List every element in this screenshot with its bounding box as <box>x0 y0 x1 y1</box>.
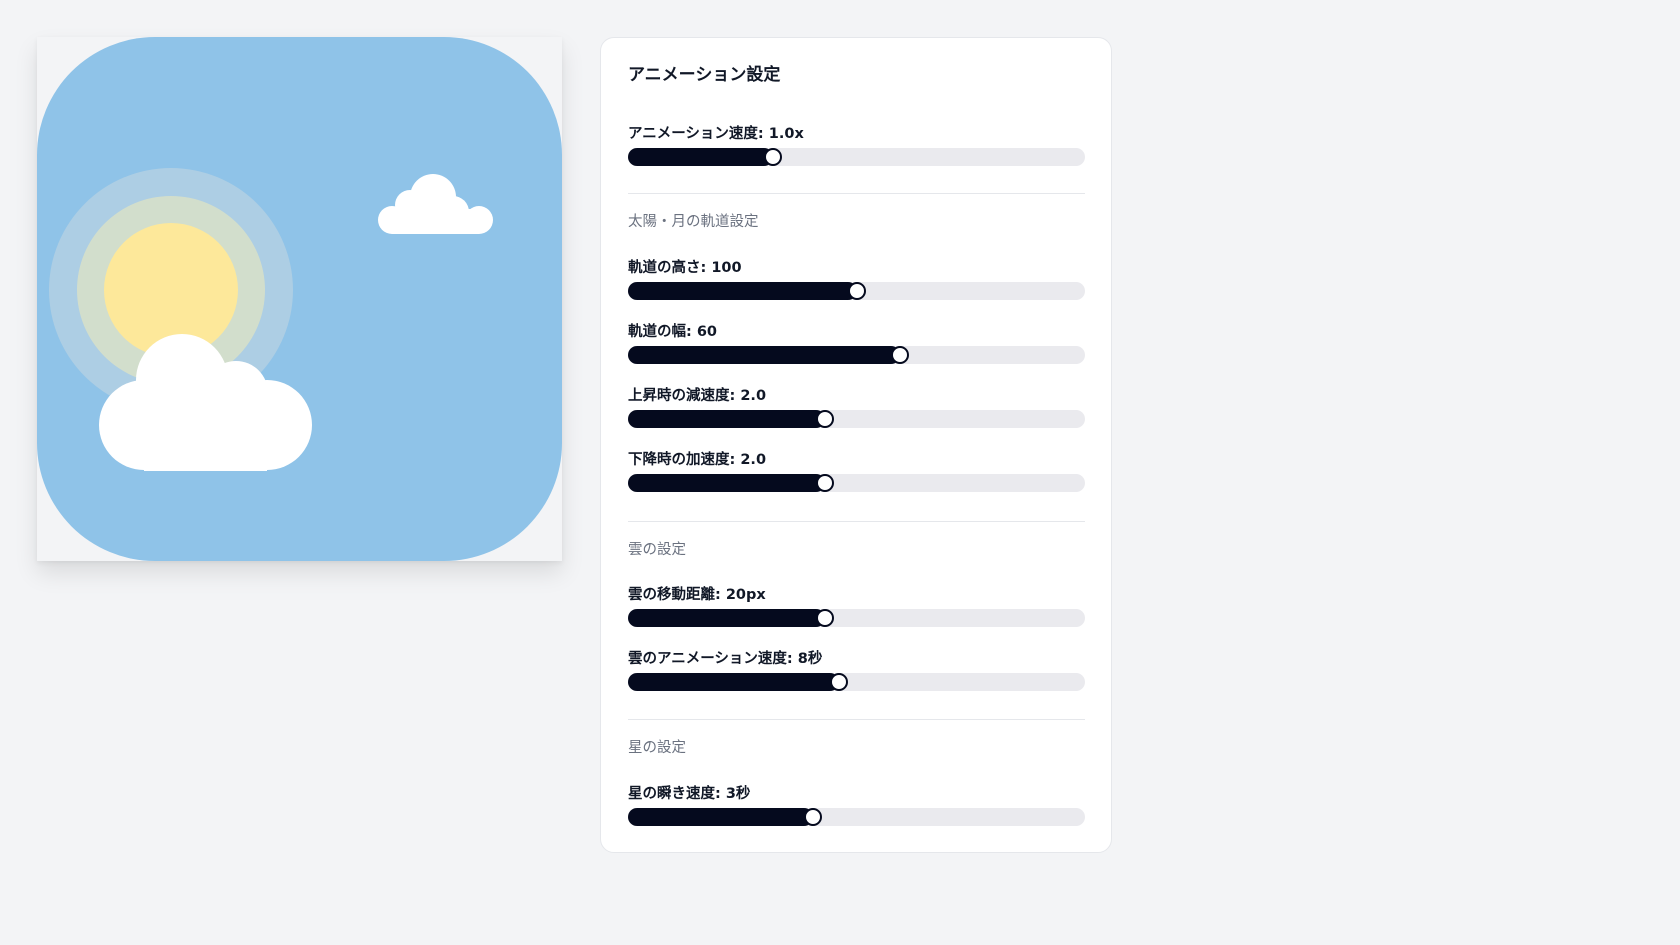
rise-deceleration-control: 上昇時の減速度: 2.0 <box>628 386 1085 428</box>
animation-speed-control: アニメーション速度: 1.0x <box>628 124 1085 166</box>
slider-fill <box>628 282 857 300</box>
slider-fill <box>628 148 773 166</box>
star-twinkle-slider[interactable] <box>628 808 1085 826</box>
cloud-distance-control: 雲の移動距離: 20px <box>628 585 1085 627</box>
cloud-speed-label: 雲のアニメーション速度: 8秒 <box>628 651 823 667</box>
slider-thumb[interactable] <box>847 282 866 300</box>
animation-speed-label: アニメーション速度: 1.0x <box>628 126 804 142</box>
rise-deceleration-slider[interactable] <box>628 410 1085 428</box>
slider-fill <box>628 673 840 691</box>
orbit-width-slider[interactable] <box>628 346 1085 364</box>
weather-icon-preview <box>37 37 562 561</box>
cloud-distance-slider[interactable] <box>628 609 1085 627</box>
fall-acceleration-control: 下降時の加速度: 2.0 <box>628 450 1085 492</box>
slider-fill <box>628 346 901 364</box>
weather-preview-frame <box>37 37 562 561</box>
fall-acceleration-label: 下降時の加速度: 2.0 <box>628 452 767 468</box>
orbit-height-label: 軌道の高さ: 100 <box>628 260 742 276</box>
slider-thumb[interactable] <box>891 346 910 364</box>
slider-fill <box>628 808 813 826</box>
slider-fill <box>628 410 825 428</box>
orbit-width-label: 軌道の幅: 60 <box>628 324 718 340</box>
rise-deceleration-label: 上昇時の減速度: 2.0 <box>628 388 767 404</box>
slider-thumb[interactable] <box>803 808 822 826</box>
slider-thumb[interactable] <box>815 609 834 627</box>
orbit-height-control: 軌道の高さ: 100 <box>628 258 1085 300</box>
cloud-distance-label: 雲の移動距離: 20px <box>628 587 766 603</box>
cloud-section-heading: 雲の設定 <box>628 542 686 558</box>
section-divider <box>628 521 1085 522</box>
star-section-heading: 星の設定 <box>628 740 686 756</box>
fall-acceleration-slider[interactable] <box>628 474 1085 492</box>
animation-speed-slider[interactable] <box>628 148 1085 166</box>
panel-title: アニメーション設定 <box>628 65 781 85</box>
section-divider <box>628 193 1085 194</box>
slider-fill <box>628 474 825 492</box>
slider-thumb[interactable] <box>830 673 849 691</box>
slider-fill <box>628 609 825 627</box>
slider-thumb[interactable] <box>815 474 834 492</box>
orbit-width-control: 軌道の幅: 60 <box>628 322 1085 364</box>
weather-scene <box>37 37 562 561</box>
star-twinkle-control: 星の瞬き速度: 3秒 <box>628 784 1085 826</box>
star-twinkle-label: 星の瞬き速度: 3秒 <box>628 786 751 802</box>
animation-settings-panel: アニメーション設定 アニメーション速度: 1.0x 太陽・月の軌道設定 軌道の高… <box>600 37 1112 853</box>
section-divider <box>628 719 1085 720</box>
orbit-height-slider[interactable] <box>628 282 1085 300</box>
orbit-section-heading: 太陽・月の軌道設定 <box>628 214 759 230</box>
slider-thumb[interactable] <box>815 410 834 428</box>
cloud-speed-control: 雲のアニメーション速度: 8秒 <box>628 649 1085 691</box>
cloud-speed-slider[interactable] <box>628 673 1085 691</box>
slider-thumb[interactable] <box>763 148 782 166</box>
